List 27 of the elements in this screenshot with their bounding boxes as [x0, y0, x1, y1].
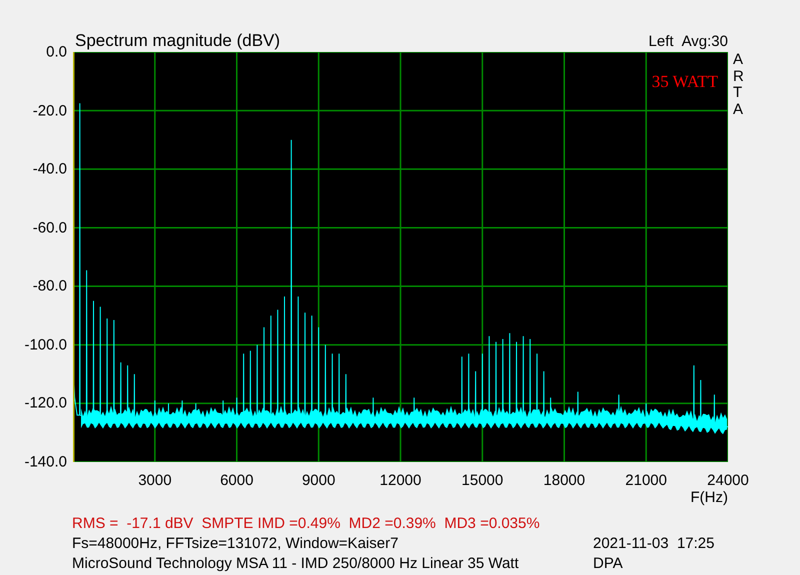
x-axis-title: F(Hz): [690, 489, 728, 506]
x-tick-label: 15000: [462, 472, 504, 489]
y-tick-label: -60.0: [32, 219, 67, 236]
x-tick-label: 3000: [138, 472, 172, 489]
y-tick-label: -100.0: [24, 336, 67, 354]
channel-name: Left: [648, 32, 674, 52]
x-tick-label: 9000: [302, 472, 336, 489]
y-tick-label: -40.0: [32, 160, 67, 178]
y-tick-label: -140.0: [24, 454, 67, 470]
average-count: Avg:30: [682, 32, 728, 52]
x-tick-label: 18000: [543, 472, 586, 489]
y-tick-label: -120.0: [24, 394, 67, 412]
x-tick-label: 12000: [380, 472, 422, 489]
info-text: MicroSound Technology MSA 11 - IMD 250/8000 Hz Linear 35 Watt: [72, 554, 520, 573]
info-side-text: 2021-11-03 17:25: [593, 534, 716, 554]
y-tick-label: -80.0: [32, 278, 67, 295]
y-tick-label: 0.0: [46, 44, 67, 60]
measurement-results: RMS = -17.1 dBV SMPTE IMD =0.49% MD2 =0.39% MD3 =0.035%: [72, 514, 541, 534]
x-tick-label: 24000: [707, 472, 749, 489]
plot-note: 35 WATT: [652, 72, 718, 91]
chart-title: Spectrum magnitude (dBV): [75, 30, 280, 52]
x-tick-label: 6000: [220, 472, 254, 489]
info-text: Fs=48000Hz, FFTsize=131072, Window=Kaiser7: [72, 534, 400, 554]
x-tick-label: 21000: [625, 472, 667, 489]
side-label: ARTA: [733, 52, 745, 118]
y-tick-label: -20.0: [32, 102, 67, 120]
info-side-text: DPA: [593, 554, 624, 573]
